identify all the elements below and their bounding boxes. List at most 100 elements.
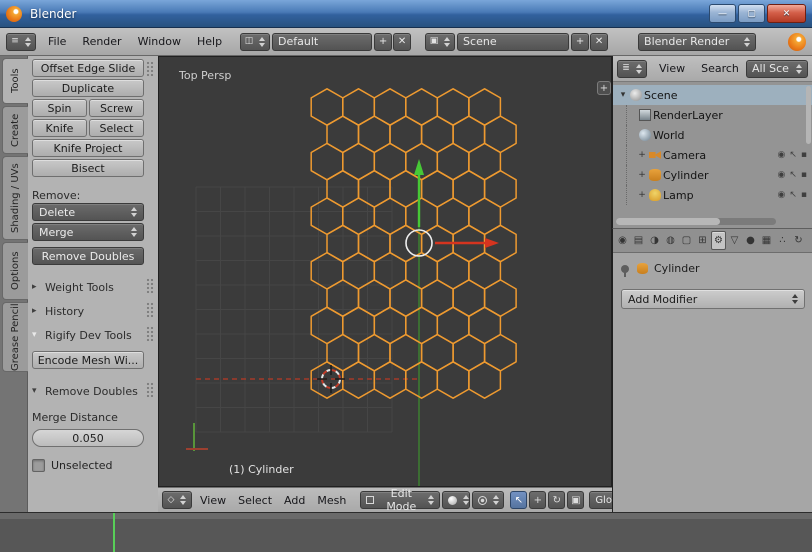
transform-orientation-dropdown[interactable]: Global [589,491,612,509]
menu-mesh[interactable]: Mesh [313,492,350,509]
properties-tab-constraints[interactable]: ⊞ [695,231,710,250]
outliner-item-renderlayer[interactable]: RenderLayer [613,105,812,125]
toolshelf-tab-options[interactable]: Options [2,242,28,300]
spin-button[interactable]: Spin [32,99,87,117]
scene-name-field[interactable]: Scene [457,33,569,51]
toolshelf-tab-grease-pencil[interactable]: Grease Pencil [2,302,28,372]
menu-render[interactable]: Render [78,33,125,50]
cursor-toggle-icon[interactable]: ↖ [789,150,797,160]
outliner-editor-type-button[interactable]: ≣ [617,60,647,78]
menu-view[interactable]: View [196,492,230,509]
panel-grip-icon[interactable] [146,61,155,76]
delete-scene-button[interactable]: ✕ [590,33,608,51]
outliner-item-cylinder[interactable]: + Cylinder ◉ ↖ ▪ [613,165,812,185]
timeline-playhead[interactable] [113,513,115,552]
eye-toggle-icon[interactable]: ◉ [777,170,785,180]
properties-tab-material[interactable]: ● [743,231,758,250]
mode-dropdown[interactable]: Edit Mode [360,491,440,509]
knife-project-button[interactable]: Knife Project [32,139,144,157]
outliner-horizontal-scrollbar[interactable] [616,218,776,225]
expand-plus-icon[interactable]: + [637,150,647,160]
offset-edge-slide-button[interactable]: Offset Edge Slide [32,59,144,77]
toolshelf-tab-shading-uvs[interactable]: Shading / UVs [2,156,28,240]
outliner-item-scene[interactable]: ▾ Scene [613,85,812,105]
menu-select[interactable]: Select [234,492,276,509]
scale-manipulator-button[interactable]: ▣ [567,491,584,509]
menu-file[interactable]: File [44,33,70,50]
unselected-checkbox-row[interactable]: Unselected [32,457,144,473]
merge-menu-button[interactable]: Merge [32,223,144,241]
scrollbar-thumb[interactable] [616,218,720,225]
properties-tab-particles[interactable]: ∴ [775,231,790,250]
minimize-button[interactable]: — [709,4,736,23]
screen-layout-type-button[interactable]: ◫ [240,33,270,51]
menu-help[interactable]: Help [193,33,226,50]
info-editor-type-button[interactable]: ≡ [6,33,36,51]
rigify-panel-header[interactable]: ▾ Rigify Dev Tools [32,327,144,343]
outliner-item-camera[interactable]: + Camera ◉ ↖ ▪ [613,145,812,165]
eye-toggle-icon[interactable]: ◉ [777,150,785,160]
camera-toggle-icon[interactable]: ▪ [801,190,807,200]
add-scene-button[interactable]: + [571,33,589,51]
outliner-display-filter-dropdown[interactable]: All Sce [746,60,808,78]
duplicate-button[interactable]: Duplicate [32,79,144,97]
history-panel-header[interactable]: ▸ History [32,303,144,319]
expand-down-icon[interactable]: ▾ [618,90,628,100]
rotate-manipulator-button[interactable]: ↻ [548,491,565,509]
outliner-item-lamp[interactable]: + Lamp ◉ ↖ ▪ [613,185,812,205]
screen-layout-field[interactable]: Default [272,33,372,51]
outliner-vertical-scrollbar[interactable] [806,86,811,144]
bisect-button[interactable]: Bisect [32,159,144,177]
toolshelf-tab-create[interactable]: Create [2,106,28,154]
region-expand-button[interactable]: + [597,81,611,95]
panel-grip-icon[interactable] [146,326,155,341]
expand-plus-icon[interactable]: + [637,170,647,180]
eye-toggle-icon[interactable]: ◉ [777,190,785,200]
properties-tab-modifiers[interactable]: ⚙ [711,231,726,250]
select-button[interactable]: Select [89,119,144,137]
properties-tab-texture[interactable]: ▦ [759,231,774,250]
screw-button[interactable]: Screw [89,99,144,117]
outliner-menu-search[interactable]: Search [697,60,743,77]
camera-toggle-icon[interactable]: ▪ [801,170,807,180]
menu-window[interactable]: Window [134,33,185,50]
render-engine-dropdown[interactable]: Blender Render [638,33,756,51]
timeline-region[interactable] [0,512,812,552]
properties-tab-world[interactable]: ◍ [663,231,678,250]
camera-toggle-icon[interactable]: ▪ [801,150,807,160]
panel-grip-icon[interactable] [146,302,155,317]
remove-doubles-panel-header[interactable]: ▾ Remove Doubles [32,383,144,399]
view3d-editor-type-button[interactable]: ◇ [162,491,192,509]
knife-button[interactable]: Knife [32,119,87,137]
add-layout-button[interactable]: + [374,33,392,51]
pivot-point-dropdown[interactable] [472,491,504,509]
delete-layout-button[interactable]: ✕ [393,33,411,51]
encode-mesh-button[interactable]: Encode Mesh Wi... [32,351,144,369]
panel-grip-icon[interactable] [146,278,155,293]
panel-grip-icon[interactable] [146,382,155,397]
weight-tools-panel-header[interactable]: ▸ Weight Tools [32,279,144,295]
unselected-checkbox[interactable] [32,459,45,472]
outliner-item-world[interactable]: World [613,125,812,145]
properties-tab-scene[interactable]: ◑ [647,231,662,250]
toolshelf-tab-tools[interactable]: Tools [2,58,28,104]
expand-plus-icon[interactable]: + [637,190,647,200]
add-modifier-button[interactable]: Add Modifier [621,289,805,309]
outliner-menu-view[interactable]: View [655,60,689,77]
cursor-toggle-icon[interactable]: ↖ [789,170,797,180]
properties-tab-object[interactable]: ▢ [679,231,694,250]
menu-add[interactable]: Add [280,492,309,509]
window-titlebar[interactable]: Blender — ▢ ✕ [0,0,812,28]
viewport-shading-dropdown[interactable] [442,491,470,509]
properties-tab-object-data[interactable]: ▽ [727,231,742,250]
manipulator-toggle-button[interactable]: ↖ [510,491,527,509]
cursor-toggle-icon[interactable]: ↖ [789,190,797,200]
scene-chooser-button[interactable]: ▣ [425,33,455,51]
viewport-3d[interactable]: Top Persp (1) Cylinder + [158,56,612,487]
pin-icon[interactable] [621,265,629,273]
close-button[interactable]: ✕ [767,4,806,23]
properties-tab-render-layers[interactable]: ▤ [631,231,646,250]
delete-menu-button[interactable]: Delete [32,203,144,221]
properties-tab-physics[interactable]: ↻ [791,231,806,250]
properties-tab-render[interactable]: ◉ [615,231,630,250]
